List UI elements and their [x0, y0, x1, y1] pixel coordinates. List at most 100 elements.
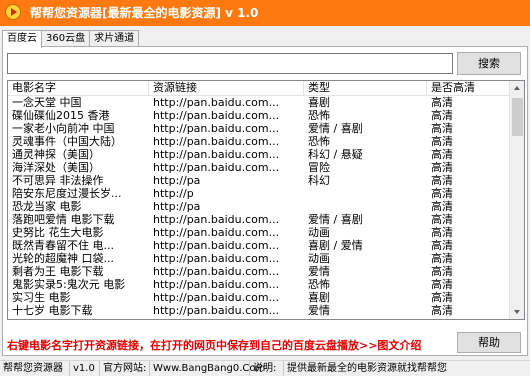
status-desc-label: 说明: — [250, 361, 284, 376]
cell-genre: 动画 — [308, 226, 330, 239]
cell-resource-link[interactable]: http://pan.baidu.com... — [149, 291, 304, 304]
cell-resource-link[interactable]: http://pan.baidu.com... — [149, 265, 304, 278]
cell-genre: 喜剧 / 爱情 — [308, 239, 363, 252]
title-bar: 帮帮您资源器[最新最全的电影资源] v 1.0 — [0, 0, 530, 26]
cell-resource-link[interactable]: http://pan.baidu.com... — [149, 213, 304, 226]
table-row[interactable]: 十七岁 电影下载 http://pan.baidu.com... 爱情 高清 — [8, 304, 511, 317]
table-row[interactable]: 既然青春留不住 电... http://pan.baidu.com... 喜剧 / … — [8, 239, 511, 252]
table-row[interactable]: 史努比 花生大电影 http://pan.baidu.com... 动画 高清 — [8, 226, 511, 239]
cell-hd: 高清 — [431, 161, 453, 174]
search-button[interactable]: 搜索 — [457, 52, 521, 75]
cell-movie-name[interactable]: 碟仙碟仙2015 香港 — [8, 109, 149, 122]
cell-resource-link[interactable]: http://pan.baidu.com... — [149, 226, 304, 239]
cell-hd: 高清 — [431, 96, 453, 109]
cell-movie-name[interactable]: 一家老小向前冲 中国 — [8, 122, 149, 135]
cell-movie-name[interactable]: 史努比 花生大电影 — [8, 226, 149, 239]
cell-hd: 高清 — [431, 304, 453, 317]
scroll-down-arrow-icon[interactable] — [510, 304, 524, 319]
cell-genre: 恐怖 — [308, 278, 330, 291]
cell-movie-name[interactable]: 海洋深处（美国） — [8, 161, 149, 174]
cell-movie-name[interactable]: 一念天堂 中国 — [8, 96, 149, 109]
cell-hd: 高清 — [431, 148, 453, 161]
table-row[interactable]: 灵魂事件（中国大陆） http://pan.baidu.com... 恐怖 高清 — [8, 135, 511, 148]
cell-genre: 喜剧 — [308, 96, 330, 109]
table-row[interactable]: 鬼影实录5:鬼次元 电影 http://pan.baidu.com... 恐怖 高清 — [8, 278, 511, 291]
table-row[interactable]: 恐龙当家 电影 http://pa 高清 — [8, 200, 511, 213]
cell-genre — [304, 200, 427, 213]
help-button[interactable]: 帮助 — [457, 332, 521, 353]
cell-movie-name[interactable]: 落跑吧爱情 电影下载 — [8, 213, 149, 226]
cell-resource-link[interactable]: http://pan.baidu.com... — [149, 161, 304, 174]
window-title: 帮帮您资源器[最新最全的电影资源] v 1.0 — [30, 6, 259, 20]
tab-strip: 百度云 360云盘 求片通道 — [2, 30, 140, 48]
cell-resource-link[interactable]: http://pan.baidu.com... — [149, 122, 304, 135]
cell-hd: 高清 — [431, 213, 453, 226]
cell-movie-name[interactable]: 光轮的超魔神 口袋... — [8, 252, 149, 265]
cell-resource-link[interactable]: http://pan.baidu.com... — [149, 252, 304, 265]
cell-hd: 高清 — [431, 187, 453, 200]
table-row[interactable]: 一念天堂 中国 http://pan.baidu.com... 喜剧 高清 — [8, 96, 511, 109]
table-row[interactable]: 通灵神探（美国） http://pan.baidu.com... 科幻 / 悬疑 高清 — [8, 148, 511, 161]
table-row[interactable]: 不可思异 非法操作 http://pa 科幻 高清 — [8, 174, 511, 187]
search-input[interactable] — [7, 53, 453, 74]
table-row[interactable]: 一家老小向前冲 中国 http://pan.baidu.com... 爱情 / 喜剧… — [8, 122, 511, 135]
tab-request-movie[interactable]: 求片通道 — [89, 30, 140, 47]
cell-genre — [304, 187, 427, 200]
cell-genre: 恐怖 — [308, 109, 330, 122]
table-row[interactable]: 光轮的超魔神 口袋... http://pan.baidu.com... 动画 高清 — [8, 252, 511, 265]
column-header-hd[interactable]: 是否高清 — [427, 81, 511, 96]
cell-resource-link[interactable]: http://pan.baidu.com... — [149, 304, 304, 317]
vertical-scrollbar[interactable] — [509, 81, 524, 319]
column-header-name[interactable]: 电影名字 — [8, 81, 149, 96]
table-row[interactable]: 海洋深处（美国） http://pan.baidu.com... 冒险 高清 — [8, 161, 511, 174]
cell-movie-name[interactable]: 不可思异 非法操作 — [8, 174, 149, 187]
cell-resource-link[interactable]: http://pan.baidu.com... — [149, 135, 304, 148]
column-header-genre[interactable]: 类型 — [304, 81, 427, 96]
table-row[interactable]: 碟仙碟仙2015 香港 http://pan.baidu.com... 恐怖 高清 — [8, 109, 511, 122]
status-bar: 帮帮您资源器 v1.0 官方网站: Www.BangBang0.Com 说明: … — [0, 360, 530, 376]
cell-movie-name[interactable]: 鬼影实录5:鬼次元 电影 — [8, 278, 149, 291]
cell-hd: 高清 — [431, 174, 453, 187]
cell-resource-link[interactable]: http://pan.baidu.com... — [149, 109, 304, 122]
status-version: v1.0 — [70, 361, 100, 376]
status-description: 提供最新最全的电影资源就找帮帮您 — [287, 363, 447, 374]
table-row[interactable]: 剩者为王 电影下载 http://pan.baidu.com... 爱情 高清 — [8, 265, 511, 278]
cell-resource-link[interactable]: http://pa — [149, 174, 304, 187]
table-row[interactable]: 落跑吧爱情 电影下载 http://pan.baidu.com... 爱情 / 喜剧… — [8, 213, 511, 226]
cell-hd: 高清 — [431, 226, 453, 239]
cell-resource-link[interactable]: http://pan.baidu.com... — [149, 148, 304, 161]
table-body: 一念天堂 中国 http://pan.baidu.com... 喜剧 高清 碟仙碟仙20… — [8, 96, 511, 317]
cell-movie-name[interactable]: 恐龙当家 电影 — [8, 200, 149, 213]
cell-movie-name[interactable]: 实习生 电影 — [8, 291, 149, 304]
cell-resource-link[interactable]: http://pa — [149, 200, 304, 213]
cell-resource-link[interactable]: http://p — [149, 187, 304, 200]
table-row[interactable]: 陪安东尼度过漫长岁... http://p 高清 — [8, 187, 511, 200]
usage-tip: 右键电影名字打开资源链接，在打开的网页中保存到自己的百度云盘播放>>图文介绍 — [7, 339, 422, 352]
cell-hd: 高清 — [431, 265, 453, 278]
scroll-thumb[interactable] — [512, 98, 523, 136]
cell-hd: 高清 — [431, 200, 453, 213]
cell-genre: 爱情 — [308, 265, 330, 278]
cell-genre: 科幻 — [308, 174, 330, 187]
cell-movie-name[interactable]: 通灵神探（美国） — [8, 148, 149, 161]
cell-genre: 动画 — [308, 252, 330, 265]
tab-baidu-cloud[interactable]: 百度云 — [2, 30, 42, 48]
tab-360-cloud[interactable]: 360云盘 — [41, 30, 91, 47]
cell-resource-link[interactable]: http://pan.baidu.com... — [149, 96, 304, 109]
cell-hd: 高清 — [431, 278, 453, 291]
status-website-link[interactable]: Www.BangBang0.Com — [150, 361, 265, 376]
scroll-up-arrow-icon[interactable] — [510, 81, 524, 96]
cell-resource-link[interactable]: http://pan.baidu.com... — [149, 278, 304, 291]
cell-movie-name[interactable]: 剩者为王 电影下载 — [8, 265, 149, 278]
cell-movie-name[interactable]: 灵魂事件（中国大陆） — [8, 135, 149, 148]
cell-hd: 高清 — [431, 252, 453, 265]
cell-movie-name[interactable]: 十七岁 电影下载 — [8, 304, 149, 317]
column-header-link[interactable]: 资源链接 — [149, 81, 304, 96]
cell-genre: 恐怖 — [308, 135, 330, 148]
cell-hd: 高清 — [431, 122, 453, 135]
cell-genre: 爱情 / 喜剧 — [308, 213, 363, 226]
cell-movie-name[interactable]: 既然青春留不住 电... — [8, 239, 149, 252]
table-row[interactable]: 实习生 电影 http://pan.baidu.com... 喜剧 高清 — [8, 291, 511, 304]
cell-movie-name[interactable]: 陪安东尼度过漫长岁... — [8, 187, 149, 200]
cell-resource-link[interactable]: http://pan.baidu.com... — [149, 239, 304, 252]
